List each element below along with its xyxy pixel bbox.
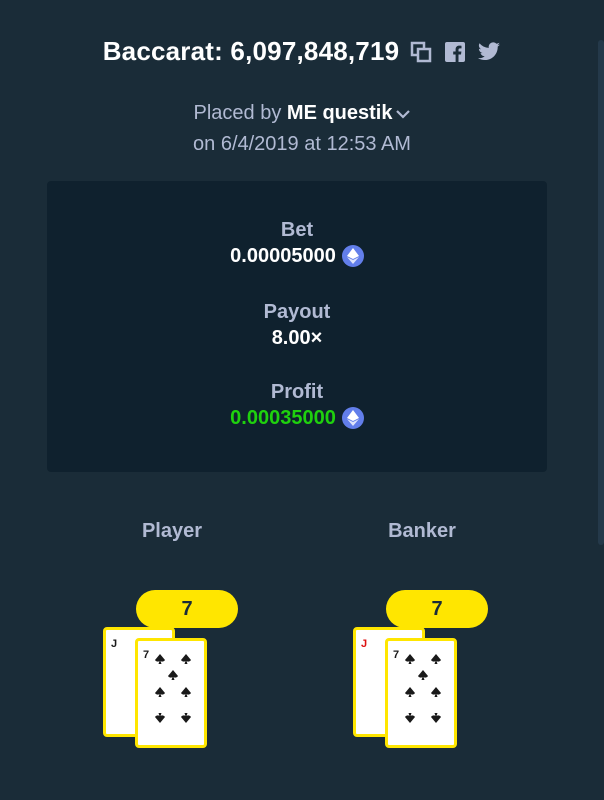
placed-date: on 6/4/2019 at 12:53 AM [193, 132, 411, 155]
player-card-seven: 7 [135, 638, 207, 748]
bet-value-row: 0.00005000 [47, 243, 547, 269]
user-badge: ME [286, 102, 317, 124]
profit-label: Profit [270, 381, 324, 403]
banker-score: 7 [386, 590, 488, 628]
spade-pips-icon [405, 654, 441, 723]
bet-summary-panel: Bet 0.00005000 Payout 8.00× Profit 0.000… [47, 181, 547, 472]
eth-icon [341, 245, 364, 267]
placed-by-prefix: Placed by [193, 102, 282, 124]
header: Baccarat: 6,097,848,719 [0, 36, 604, 67]
bet-stat: Bet 0.00005000 [47, 217, 547, 269]
payout-value: 8.00× [271, 327, 323, 349]
card-rank: J [361, 638, 368, 650]
chevron-down-icon[interactable] [395, 99, 411, 129]
eth-icon [341, 407, 364, 429]
profit-value: 0.00035000 [230, 407, 336, 429]
player-label: Player [141, 520, 203, 542]
placed-by-line: Placed by ME questik [0, 98, 604, 129]
payout-stat: Payout 8.00× [47, 299, 547, 351]
banker-card-seven: 7 [385, 638, 457, 748]
username-link[interactable]: questik [322, 102, 392, 124]
spade-pips-icon [155, 654, 191, 723]
banker-label: Banker [388, 520, 456, 542]
bet-meta: Placed by ME questik on 6/4/2019 at 12:5… [0, 98, 604, 159]
card-rank: J [111, 638, 118, 650]
profit-stat: Profit 0.00035000 [47, 379, 547, 431]
bet-label: Bet [280, 219, 314, 241]
player-score: 7 [136, 590, 238, 628]
facebook-icon[interactable] [443, 40, 467, 64]
copy-icon[interactable] [409, 40, 433, 64]
profit-value-row: 0.00035000 [47, 405, 547, 431]
bet-value: 0.00005000 [230, 245, 336, 267]
payout-label: Payout [263, 301, 331, 323]
twitter-icon[interactable] [477, 40, 501, 64]
bet-title: Baccarat: 6,097,848,719 [102, 36, 400, 66]
